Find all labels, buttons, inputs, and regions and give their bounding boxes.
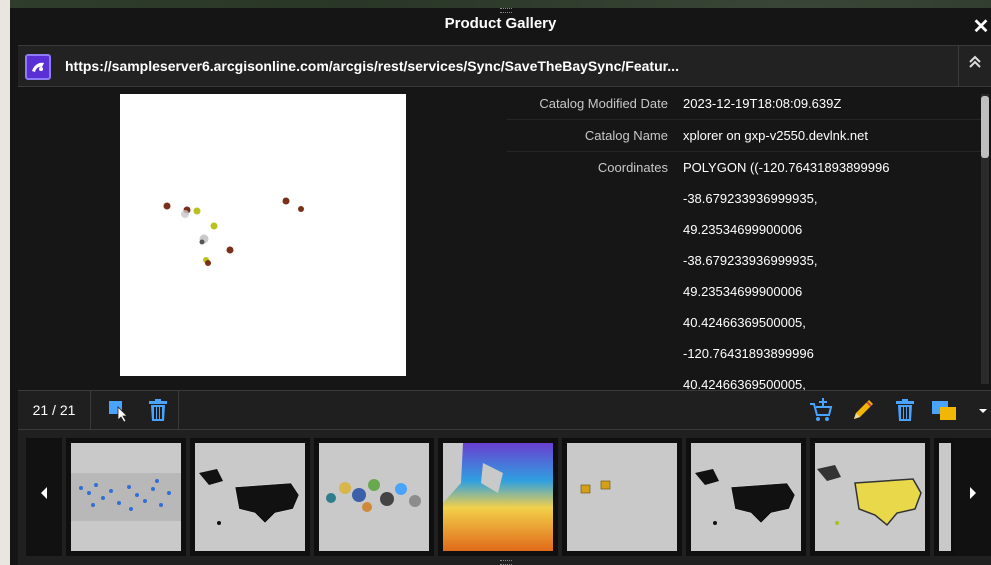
service-url[interactable]: https://sampleserver6.arcgisonline.com/a… [65,46,679,86]
resize-grip-bottom[interactable] [500,560,512,565]
thumb-partial [939,443,951,551]
metadata-label: Catalog Modified Date [539,96,668,111]
metadata-label: Catalog Name [584,128,668,143]
select-cursor-icon[interactable] [106,397,132,423]
thumb-world-points [71,443,181,551]
next-thumbnails-button[interactable] [955,438,991,556]
metadata-row: 40.42466369500005, [507,369,983,390]
selection-count: 21 / 21 [18,391,91,429]
metadata-label [507,338,683,369]
thumbnail-item[interactable] [190,438,310,556]
product-gallery-dialog: Product Gallery ✕ https://sampleserver6.… [10,8,991,565]
thumb-two-polygons [567,443,677,551]
thumb-color-raster [443,443,553,551]
thumb-us-yellow-points [815,443,925,551]
gallery-app-icon [25,54,51,80]
thumb-us-black-map-2 [691,443,801,551]
product-detail-panel: Catalog Modified Date 2023-12-19T18:08:0… [18,88,991,390]
metadata-row: Catalog Modified Date 2023-12-19T18:08:0… [507,88,983,120]
thumbnail-item[interactable] [66,438,186,556]
metadata-scrollbar[interactable] [981,94,989,384]
metadata-value: 40.42466369500005, [683,377,806,390]
thumbnail-item[interactable] [562,438,682,556]
delete-all-icon[interactable] [145,397,171,423]
scrollbar-thumb[interactable] [981,96,989,158]
left-panel-edge [0,0,10,565]
metadata-value: xplorer on gxp-v2550.devlnk.net [683,128,869,143]
metadata-row: -38.679233936999935, [507,245,983,276]
metadata-table: Catalog Modified Date 2023-12-19T18:08:0… [507,88,983,390]
metadata-value: -120.76431893899996 [683,346,814,361]
metadata-row: -38.679233936999935, [507,183,983,214]
metadata-value: 2023-12-19T18:08:09.639Z [683,96,842,111]
trash-icon[interactable] [892,397,918,423]
metadata-row: 49.23534699900006 [507,214,983,245]
thumb-pie-symbols [319,443,429,551]
dropdown-caret-icon[interactable] [976,397,990,423]
close-icon[interactable]: ✕ [971,16,991,38]
metadata-value: 49.23534699900006 [683,284,803,299]
cart-add-icon[interactable] [808,397,834,423]
resize-grip-top[interactable] [500,8,512,13]
metadata-value: 40.42466369500005, [683,315,806,330]
gallery-toolbar: 21 / 21 [18,390,991,430]
metadata-row: 40.42466369500005, [507,307,983,338]
service-url-bar: https://sampleserver6.arcgisonline.com/a… [18,45,991,87]
metadata-label: Coordinates [597,160,668,175]
thumbnail-strip [18,430,991,565]
overlay-icon[interactable] [930,397,956,423]
metadata-label [507,245,683,276]
metadata-value: -38.679233936999935, [683,191,818,206]
thumbnail-item[interactable] [934,438,956,556]
metadata-label [507,183,683,214]
metadata-label [507,214,683,245]
thumbnail-item[interactable] [314,438,434,556]
metadata-label [507,276,683,307]
metadata-value: POLYGON ((-120.76431893899996 [683,160,890,175]
dialog-titlebar[interactable]: Product Gallery ✕ [10,8,991,44]
metadata-value: -38.679233936999935, [683,253,818,268]
thumbnail-item[interactable] [810,438,930,556]
metadata-row: 49.23534699900006 [507,276,983,307]
thumbnail-item[interactable] [438,438,558,556]
toolbar-divider [178,391,179,429]
thumb-us-black-map [195,443,305,551]
dialog-title: Product Gallery [444,15,557,32]
metadata-row: Catalog Name xplorer on gxp-v2550.devlnk… [507,120,983,152]
metadata-value: 49.23534699900006 [683,222,803,237]
collapse-chevron-icon[interactable] [958,46,991,86]
metadata-label [507,369,683,390]
metadata-row: -120.76431893899996 [507,338,983,369]
product-preview-image [120,94,406,376]
prev-thumbnails-button[interactable] [26,438,62,556]
edit-pencil-icon[interactable] [850,397,876,423]
metadata-row: Coordinates POLYGON ((-120.7643189389999… [507,152,983,183]
thumbnail-item[interactable] [686,438,806,556]
metadata-label [507,307,683,338]
